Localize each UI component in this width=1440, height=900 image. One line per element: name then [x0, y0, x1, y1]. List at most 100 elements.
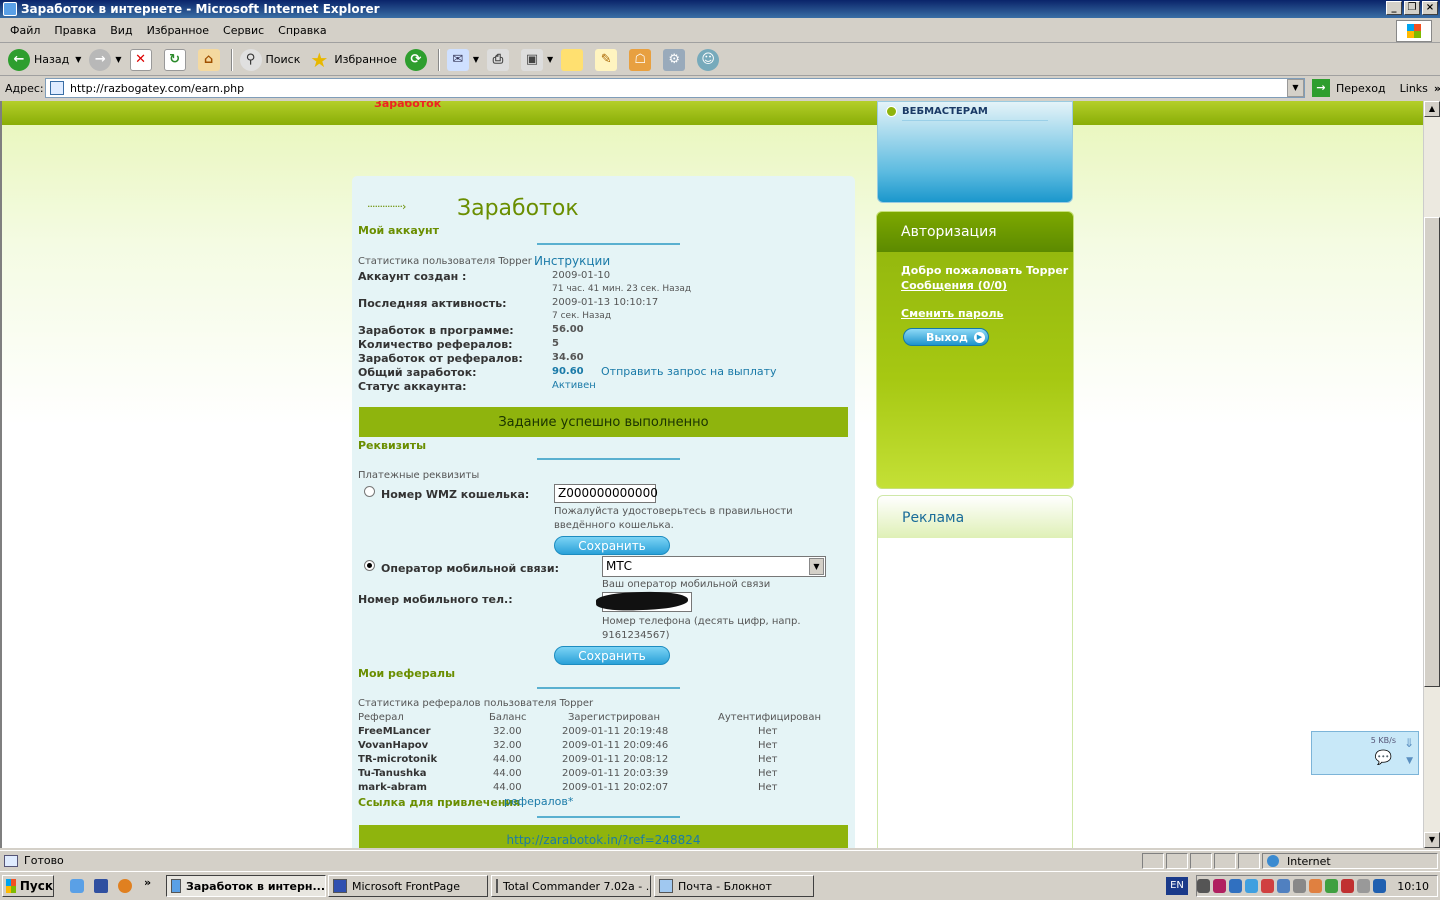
tray-icon[interactable] — [1261, 879, 1275, 893]
forward-button[interactable]: → ▼ — [85, 47, 125, 73]
save-wmz-button[interactable]: Сохранить — [554, 536, 670, 555]
value-last-activity: 2009-01-13 10:10:17 — [552, 297, 659, 308]
ref-url-link[interactable]: http://zarabotok.in/?ref=248824 — [507, 833, 701, 847]
address-input[interactable]: http://razbogatey.com/earn.php ▼ — [45, 78, 1305, 98]
history-button[interactable]: ⟳ — [401, 47, 435, 73]
chevron-down-icon[interactable]: ▼ — [1406, 756, 1413, 766]
wmz-input[interactable]: Z000000000000 — [554, 484, 658, 503]
payout-request-link[interactable]: Отправить запрос на выплату — [601, 365, 777, 378]
chevron-down-icon[interactable]: ▼ — [809, 558, 824, 575]
page-icon — [50, 81, 64, 95]
scroll-up-icon[interactable]: ▲ — [1424, 101, 1440, 117]
task-ie[interactable]: Заработок в интерн... — [166, 875, 326, 897]
menu-edit[interactable]: Правка — [54, 24, 96, 37]
tray-icon[interactable] — [1245, 879, 1259, 893]
print-icon: ⎙ — [487, 48, 509, 71]
tray-icon[interactable] — [1277, 879, 1291, 893]
menu-view[interactable]: Вид — [110, 24, 132, 37]
tray-icon[interactable] — [1357, 879, 1371, 893]
go-button[interactable]: Переход — [1336, 82, 1386, 95]
quicklaunch-save-icon[interactable] — [94, 879, 108, 893]
tray-icon[interactable] — [1196, 879, 1210, 893]
mail-icon: ✉ — [446, 48, 469, 71]
save-mobile-button[interactable]: Сохранить — [554, 646, 670, 665]
referral-name: Tu-Tanushka — [358, 768, 427, 779]
tray-icon[interactable] — [1309, 879, 1323, 893]
forward-dropdown-icon[interactable]: ▼ — [115, 55, 121, 64]
wmz-radio[interactable] — [364, 486, 375, 497]
quicklaunch-ie-icon[interactable] — [70, 879, 84, 893]
mail-button[interactable]: ✉ ▼ — [443, 47, 483, 73]
tray-icon[interactable] — [1325, 879, 1339, 893]
maximize-button[interactable]: ❐ — [1404, 1, 1420, 15]
edit-button[interactable]: ▣ ▼ — [517, 47, 557, 73]
tray-icon[interactable] — [1228, 879, 1243, 893]
tray-icon[interactable] — [1293, 879, 1307, 893]
value-program-earnings: 56.00 — [552, 324, 584, 335]
instructions-link[interactable]: Инструкции — [534, 254, 610, 268]
address-label: Адрес: — [5, 82, 44, 95]
search-button[interactable]: ⚲ Поиск — [236, 47, 305, 73]
contacts-button[interactable]: ☺ — [693, 47, 727, 73]
header-strip — [2, 101, 1423, 125]
minimize-button[interactable]: _ — [1386, 1, 1402, 15]
referral-balance: 32.00 — [493, 726, 522, 737]
search-icon: ⚲ — [239, 48, 262, 71]
menu-tools[interactable]: Сервис — [223, 24, 264, 37]
tools-button[interactable]: ⚙ — [659, 47, 693, 73]
logout-button[interactable]: Выход ▶ — [903, 328, 989, 346]
label-referral-earnings: Заработок от рефералов: — [358, 352, 523, 365]
vertical-scrollbar[interactable]: ▲ ▼ — [1423, 101, 1440, 848]
top-nav-link-earn[interactable]: Заработок — [374, 101, 441, 110]
home-button[interactable]: ⌂ — [194, 47, 228, 73]
task-frontpage[interactable]: Microsoft FrontPage — [328, 875, 488, 897]
task-total-commander[interactable]: Total Commander 7.02a - ... — [491, 875, 651, 897]
referral-auth: Нет — [758, 740, 778, 751]
tray-icon[interactable] — [1212, 879, 1226, 893]
scroll-thumb[interactable] — [1424, 217, 1440, 687]
language-indicator[interactable]: EN — [1166, 877, 1188, 895]
section-title-requisites: Реквизиты — [358, 439, 427, 452]
links-button[interactable]: Links — [1400, 82, 1428, 95]
task-notepad[interactable]: Почта - Блокнот — [654, 875, 814, 897]
operator-select[interactable]: МТС ▼ — [602, 556, 826, 577]
back-dropdown-icon[interactable]: ▼ — [75, 55, 81, 64]
referral-registered: 2009-01-11 20:03:39 — [562, 768, 669, 779]
change-password-link[interactable]: Сменить пароль — [901, 307, 1003, 320]
messages-link[interactable]: Сообщения (0/0) — [901, 279, 1007, 292]
refresh-button[interactable]: ↻ — [160, 47, 194, 73]
ref-link-word[interactable]: рефералов* — [504, 795, 573, 808]
print-button[interactable]: ⎙ — [483, 47, 517, 73]
research-button[interactable]: ✎ — [591, 47, 625, 73]
menu-help[interactable]: Справка — [278, 24, 326, 37]
close-button[interactable]: × — [1422, 1, 1438, 15]
quicklaunch-app-icon[interactable] — [118, 879, 132, 893]
webmasters-link[interactable]: ВЕБМАСТЕРАМ — [902, 106, 988, 117]
back-button[interactable]: ← Назад ▼ — [4, 47, 85, 73]
address-dropdown-icon[interactable]: ▼ — [1287, 79, 1304, 97]
messenger-button[interactable]: ☖ — [625, 47, 659, 73]
menu-file[interactable]: Файл — [10, 24, 40, 37]
phone-label: Номер мобильного тел.: — [358, 593, 513, 606]
back-arrow-icon: ← — [8, 48, 30, 71]
scroll-down-icon[interactable]: ▼ — [1424, 832, 1440, 848]
status-bar: Готово Internet — [0, 850, 1440, 870]
col-balance: Баланс — [489, 712, 527, 723]
research-icon: ✎ — [595, 48, 618, 71]
mobile-operator-radio[interactable] — [364, 560, 375, 571]
start-button[interactable]: Пуск — [2, 875, 54, 897]
system-tray: 10:10 — [1196, 875, 1438, 897]
menu-favorites[interactable]: Избранное — [147, 24, 209, 37]
stop-button[interactable]: ✕ — [126, 47, 160, 73]
value-referral-count: 5 — [552, 338, 559, 349]
star-icon: ★ — [310, 47, 329, 72]
tray-icon[interactable] — [1373, 879, 1387, 893]
go-arrow-icon[interactable]: → — [1312, 79, 1330, 97]
chevron-right-icon[interactable]: » — [1434, 82, 1440, 95]
note-icon — [561, 48, 584, 71]
favorites-button[interactable]: ★ Избранное — [304, 47, 400, 73]
tray-icon[interactable] — [1341, 879, 1355, 893]
notes-button[interactable] — [557, 47, 591, 73]
notepad-icon — [659, 879, 673, 893]
chevron-right-icon[interactable]: » — [144, 876, 151, 889]
